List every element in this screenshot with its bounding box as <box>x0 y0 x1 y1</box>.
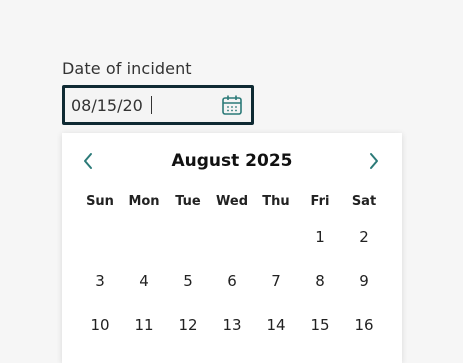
day-cell[interactable]: 8 <box>298 272 342 290</box>
day-cell[interactable]: 15 <box>298 316 342 334</box>
weekday-sat: Sat <box>351 194 377 209</box>
weekday-sun: Sun <box>86 194 114 209</box>
month-title: August 2025 <box>171 151 293 171</box>
week-row: 10 11 12 13 14 15 16 <box>78 303 386 347</box>
day-cell[interactable]: 11 <box>122 316 166 334</box>
day-cell[interactable]: 14 <box>254 316 298 334</box>
day-cell[interactable]: 16 <box>342 316 386 334</box>
day-cell[interactable]: 9 <box>342 272 386 290</box>
weekday-thu: Thu <box>262 194 290 209</box>
chevron-right-icon[interactable] <box>364 151 382 171</box>
weekday-tue: Tue <box>175 194 201 209</box>
day-cell[interactable]: 2 <box>342 228 386 246</box>
day-cell[interactable]: 3 <box>78 272 122 290</box>
week-row: 3 4 5 6 7 8 9 <box>78 259 386 303</box>
date-input-container[interactable] <box>62 85 254 125</box>
day-cell[interactable]: 13 <box>210 316 254 334</box>
day-cell[interactable]: 7 <box>254 272 298 290</box>
day-cell[interactable]: 6 <box>210 272 254 290</box>
calendar-icon[interactable] <box>221 94 243 116</box>
text-caret <box>151 96 152 114</box>
day-cell[interactable]: 1 <box>298 228 342 246</box>
calendar-popup: August 2025 Sun Mon Tue Wed Thu Fri Sat … <box>62 133 402 363</box>
weekday-mon: Mon <box>128 194 160 209</box>
date-input[interactable] <box>71 94 211 116</box>
day-cell[interactable]: 10 <box>78 316 122 334</box>
day-grid: 1 2 3 4 5 6 7 8 9 10 11 12 13 14 15 16 <box>78 215 386 347</box>
weekday-fri: Fri <box>310 194 330 209</box>
day-cell[interactable]: 12 <box>166 316 210 334</box>
date-field-label: Date of incident <box>62 59 192 78</box>
weekday-header: Sun Mon Tue Wed Thu Fri Sat <box>78 194 386 209</box>
day-cell[interactable]: 4 <box>122 272 166 290</box>
weekday-wed: Wed <box>216 194 248 209</box>
week-row: 1 2 <box>78 215 386 259</box>
day-cell[interactable]: 5 <box>166 272 210 290</box>
